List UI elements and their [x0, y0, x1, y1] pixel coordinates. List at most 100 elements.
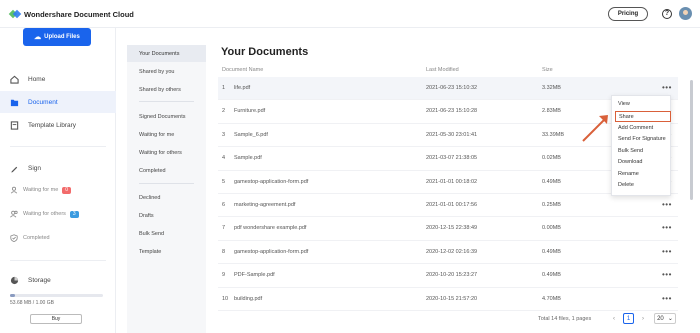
sidebar-item-completed[interactable]: Completed	[0, 230, 116, 246]
more-options-icon[interactable]: •••	[662, 200, 672, 209]
next-page-button[interactable]: ›	[639, 313, 647, 324]
table-row[interactable]: 9 PDF-Sample.pdf 2020-10-20 15:23:27 0.49MB…	[218, 264, 678, 288]
row-number: 10	[222, 295, 229, 302]
subnav-template[interactable]: Template	[127, 243, 206, 260]
buy-button[interactable]: Buy	[30, 314, 82, 324]
menu-item-delete[interactable]: Delete	[612, 180, 672, 191]
menu-item-view[interactable]: View	[612, 99, 672, 110]
document-name-cell: building.pdf	[234, 295, 263, 302]
table-row[interactable]: 10 building.pdf 2020-10-15 21:57:20 4.70MB •…	[218, 288, 678, 311]
document-name-cell: Furniture.pdf	[234, 108, 266, 115]
wondershare-logo-icon	[8, 9, 22, 19]
size-cell: 0.49MB	[542, 272, 561, 279]
prev-page-button[interactable]: ‹	[610, 313, 618, 324]
app-logo[interactable]: Wondershare Document Cloud	[8, 9, 134, 19]
subnav-signed-documents[interactable]: Signed Documents	[127, 108, 206, 125]
sidebar-item-label: Template Library	[28, 121, 77, 129]
sidebar-item-label: Document	[28, 98, 58, 106]
status-badge: 3	[69, 210, 79, 218]
subnav-shared-by-you[interactable]: Shared by you	[127, 63, 206, 80]
last-modified-cell: 2020-10-15 21:57:20	[426, 295, 478, 302]
page-number-button[interactable]: 1	[623, 313, 634, 324]
column-header-modified[interactable]: Last Modified	[426, 67, 459, 73]
page-size-select[interactable]: 20 ⌄	[654, 313, 676, 324]
sidebar-item-document[interactable]: Document	[0, 91, 116, 113]
subnav-waiting-for-others[interactable]: Waiting for others	[127, 144, 206, 161]
page-title: Your Documents	[221, 46, 309, 58]
column-header-size[interactable]: Size	[542, 67, 553, 73]
pricing-button[interactable]: Pricing	[608, 7, 648, 21]
storage-label: Storage	[28, 276, 51, 284]
subnav-completed[interactable]: Completed	[127, 162, 206, 179]
sidebar-sub-label: Waiting for others	[23, 211, 66, 217]
last-modified-cell: 2021-03-07 21:38:05	[426, 155, 478, 162]
menu-item-share[interactable]: Share	[615, 110, 671, 122]
cloud-upload-icon: ☁	[34, 34, 42, 41]
document-filter-nav: Your Documents Shared by you Shared by o…	[127, 45, 206, 333]
size-cell: 0.49MB	[542, 178, 561, 185]
size-cell: 3.32MB	[542, 85, 561, 91]
more-options-icon[interactable]: •••	[662, 270, 672, 279]
upload-label: Upload Files	[44, 34, 80, 40]
subnav-shared-by-others[interactable]: Shared by others	[127, 81, 206, 98]
table-row[interactable]: 5 gamestop-application-form.pdf 2021-01-01…	[218, 171, 678, 194]
menu-item-send-for-signature[interactable]: Send For Signature	[612, 134, 672, 145]
row-number: 4	[222, 155, 226, 162]
help-icon[interactable]: ?	[662, 9, 672, 19]
chevron-down-icon: ⌄	[667, 316, 673, 322]
table-row[interactable]: 7 pdf wondershare example.pdf 2020-12-15 2…	[218, 217, 678, 241]
document-name-cell: gamestop-application-form.pdf	[234, 178, 309, 185]
last-modified-cell: 2021-01-01 00:17:56	[426, 202, 478, 208]
sidebar-item-waiting-for-others[interactable]: Waiting for others 3	[0, 206, 116, 222]
sidebar: ☁ Upload Files Home Document Template Li…	[0, 28, 116, 333]
last-modified-cell: 2021-01-01 00:18:02	[426, 178, 478, 185]
storage-usage-text: 53.68 MB / 1.00 GB	[10, 300, 54, 306]
table-row[interactable]: 6 marketing-agreement.pdf 2021-01-01 00:17…	[218, 194, 678, 218]
menu-item-download[interactable]: Download	[612, 157, 672, 168]
sidebar-item-label: Sign	[28, 164, 42, 172]
more-options-icon[interactable]: •••	[662, 83, 672, 92]
last-modified-cell: 2021-06-23 15:10:32	[426, 85, 478, 91]
subnav-declined[interactable]: Declined	[127, 189, 206, 206]
subnav-waiting-for-me[interactable]: Waiting for me	[127, 126, 206, 143]
total-files-text: Total 14 files, 1 pages	[538, 316, 592, 322]
shield-check-icon	[10, 234, 18, 242]
more-options-icon[interactable]: •••	[662, 247, 672, 256]
sidebar-item-waiting-for-me[interactable]: Waiting for me 0	[0, 182, 116, 198]
document-name-cell: marketing-agreement.pdf	[234, 202, 296, 208]
table-row[interactable]: 1 life.pdf 2021-06-23 15:10:32 3.32MB •••	[218, 77, 678, 101]
row-number: 1	[222, 85, 226, 91]
top-bar: Wondershare Document Cloud Pricing ?	[0, 0, 700, 28]
pie-chart-icon	[10, 276, 19, 285]
subnav-your-documents[interactable]: Your Documents	[127, 45, 206, 62]
document-name-cell: gamestop-application-form.pdf	[234, 248, 309, 255]
storage-progress-fill	[10, 294, 15, 297]
avatar[interactable]	[679, 7, 692, 20]
sidebar-item-sign[interactable]: Sign	[0, 157, 116, 179]
pen-icon	[10, 164, 19, 173]
menu-item-bulk-send[interactable]: Bulk Send	[612, 146, 672, 157]
annotation-arrow-icon	[582, 115, 608, 142]
more-options-icon[interactable]: •••	[662, 294, 672, 303]
last-modified-cell: 2021-06-23 15:10:28	[426, 108, 478, 115]
menu-item-add-comment[interactable]: Add Comment	[612, 123, 672, 134]
sidebar-item-home[interactable]: Home	[0, 68, 116, 90]
menu-item-rename[interactable]: Rename	[612, 169, 672, 180]
sidebar-item-template-library[interactable]: Template Library	[0, 114, 116, 136]
scrollbar[interactable]	[690, 80, 693, 200]
subnav-drafts[interactable]: Drafts	[127, 207, 206, 224]
subnav-bulk-send[interactable]: Bulk Send	[127, 225, 206, 242]
size-cell: 0.00MB	[542, 225, 561, 232]
last-modified-cell: 2020-10-20 15:23:27	[426, 272, 478, 279]
column-header-name[interactable]: Document Name	[222, 67, 263, 73]
sidebar-sub-label: Completed	[23, 235, 50, 241]
more-options-icon[interactable]: •••	[662, 223, 672, 232]
sidebar-item-storage: Storage	[0, 269, 116, 291]
table-row[interactable]: 8 gamestop-application-form.pdf 2020-12-02…	[218, 241, 678, 265]
size-cell: 0.25MB	[542, 202, 561, 208]
sidebar-item-label: Home	[28, 75, 46, 83]
table-row[interactable]: 4Sample.pdf2021-03-07 21:38:050.02MB•••	[218, 147, 678, 171]
divider	[10, 260, 106, 261]
size-cell: 2.83MB	[542, 108, 561, 115]
upload-files-button[interactable]: ☁ Upload Files	[23, 28, 91, 46]
